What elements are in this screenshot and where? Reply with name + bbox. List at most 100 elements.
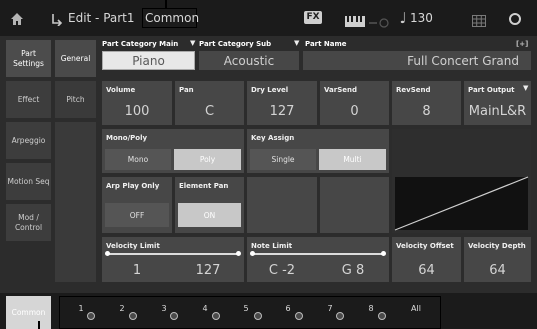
range-handle-low[interactable] [105,251,110,256]
rev-send-cell[interactable]: RevSend 8 [392,81,461,125]
main-panel: Part Settings Effect Arpeggio Motion Seq… [0,36,537,293]
velocity-offset-value: 64 [418,263,435,278]
range-handle-high[interactable] [236,251,241,256]
part-name-value[interactable]: Full Concert Grand [303,51,531,70]
dropdown-triangle-icon: ▼ [294,39,300,47]
part-output-cell[interactable]: Part Output ▼ MainL&R [464,81,531,125]
velocity-offset-label: Velocity Offset [396,242,454,250]
key-assign-cell: Key Assign Single Multi [247,129,389,173]
part-7-indicator [336,312,344,320]
note-limit-label: Note Limit [251,242,293,250]
part-3-indicator [170,312,178,320]
arp-play-only-cell: Arp Play Only OFF [102,177,172,233]
range-handle-high[interactable] [381,251,386,256]
keyboard-icon [345,12,365,31]
dropdown-triangle-icon: ▼ [190,39,196,47]
part-4-indicator [212,312,220,320]
var-send-label: VarSend [324,86,357,94]
fx-badge[interactable]: FX [304,11,322,24]
pan-cell[interactable]: Pan C [175,81,244,125]
velocity-graph [392,129,531,233]
top-bar: Edit - Part1 Common FX ♩ 130 [0,0,537,36]
empty-cell [320,177,389,233]
subtab-pitch[interactable]: Pitch [55,81,96,118]
part-category-main-value[interactable]: Piano [102,51,195,70]
quarter-note-icon: ♩ [399,9,407,27]
volume-value: 100 [124,104,150,119]
subtab-empty-area [55,122,96,282]
note-limit-high: G 8 [341,263,365,278]
arp-play-only-label: Arp Play Only [106,182,160,190]
part-5-indicator [254,312,262,320]
mono-poly-label: Mono/Poly [106,134,148,142]
velocity-limit-label: Velocity Limit [106,242,160,250]
callout-line-top [165,0,167,9]
tab-part-settings[interactable]: Part Settings [6,40,51,77]
note-limit-cell[interactable]: Note Limit C -2 G 8 [247,237,389,282]
home-icon[interactable] [6,0,28,36]
multi-button[interactable]: Multi [319,149,386,170]
bottom-bar: Common 1 2 3 4 5 6 7 8 All [0,293,537,329]
dry-level-cell[interactable]: Dry Level 127 [247,81,317,125]
note-limit-range-bar [251,253,385,255]
part-3-label[interactable]: 3 [159,304,169,313]
velocity-depth-cell[interactable]: Velocity Depth 64 [464,237,531,282]
velocity-depth-value: 64 [489,263,506,278]
part-output-value: MainL&R [468,104,527,119]
part-2-label[interactable]: 2 [117,304,127,313]
single-button[interactable]: Single [250,149,316,170]
rev-send-value: 8 [422,104,431,119]
callout-line-bottom [38,321,40,329]
subtab-general[interactable]: General [55,40,96,77]
part-5-label[interactable]: 5 [241,304,251,313]
part-name-label: Part Name [305,40,347,48]
part-selector: 1 2 3 4 5 6 7 8 All [62,299,438,327]
part-4-label[interactable]: 4 [200,304,210,313]
velocity-offset-cell[interactable]: Velocity Offset 64 [392,237,461,282]
circle-icon[interactable] [508,11,522,30]
dry-level-label: Dry Level [251,86,289,94]
velocity-limit-cell[interactable]: Velocity Limit 1 127 [102,237,244,282]
grid-icon[interactable] [472,12,486,31]
part-2-indicator [129,312,137,320]
part-8-indicator [378,312,386,320]
element-pan-label: Element Pan [179,182,229,190]
part-8-label[interactable]: 8 [366,304,376,313]
var-send-cell[interactable]: VarSend 0 [320,81,389,125]
part-output-label: Part Output [468,86,515,94]
part-6-label[interactable]: 6 [283,304,293,313]
velocity-limit-range-bar [106,253,240,255]
tab-motion-seq[interactable]: Motion Seq [6,163,51,200]
poly-button[interactable]: Poly [174,149,241,170]
velocity-limit-low: 1 [132,263,142,278]
tempo-value[interactable]: 130 [410,0,433,36]
mono-poly-cell: Mono/Poly Mono Poly [102,129,244,173]
common-label: Common [145,11,200,25]
note-limit-low: C -2 [268,263,296,278]
arp-play-only-toggle[interactable]: OFF [105,203,169,227]
midi-icon [369,13,391,32]
part-category-main-label: Part Category Main [102,40,179,48]
back-arrow-icon[interactable] [50,0,64,36]
all-parts-label[interactable]: All [407,304,425,313]
part-category-sub-value[interactable]: Acoustic [199,51,299,70]
volume-label: Volume [106,86,136,94]
tab-mod-control[interactable]: Mod / Control [6,204,51,241]
tab-effect[interactable]: Effect [6,81,51,118]
empty-cell [247,177,317,233]
dry-level-value: 127 [269,104,295,119]
mono-button[interactable]: Mono [105,149,171,170]
common-button[interactable]: Common [6,296,51,329]
part-6-indicator [295,312,303,320]
tab-arpeggio[interactable]: Arpeggio [6,122,51,159]
velocity-depth-label: Velocity Depth [468,242,526,250]
part-name-marker: [+] [516,40,529,48]
dropdown-triangle-icon: ▼ [523,84,529,92]
part-1-label[interactable]: 1 [76,304,86,313]
element-pan-toggle[interactable]: ON [178,203,241,227]
var-send-value: 0 [350,104,359,119]
range-handle-low[interactable] [250,251,255,256]
part-7-label[interactable]: 7 [325,304,335,313]
volume-cell[interactable]: Volume 100 [102,81,172,125]
part-1-indicator [87,312,95,320]
